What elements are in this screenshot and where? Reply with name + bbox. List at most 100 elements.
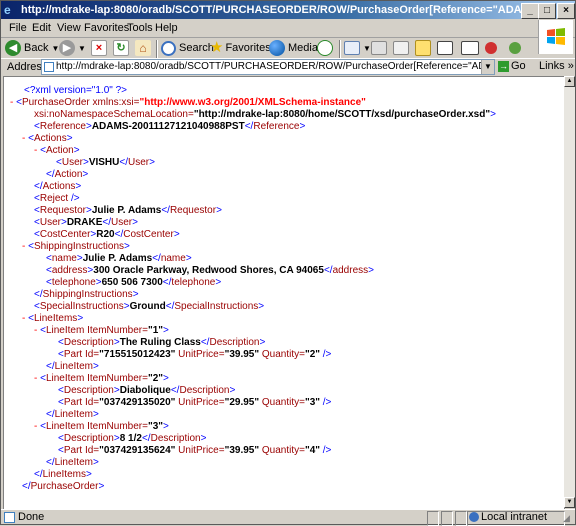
discuss-button[interactable] [415, 38, 434, 58]
discuss-icon [415, 40, 431, 57]
xml-node-reference: <Reference>ADAMS-20011127121040988PST</R… [34, 121, 306, 132]
links-button[interactable]: Links » [539, 60, 574, 72]
xml-node-shipping-open[interactable]: - <ShippingInstructions> [22, 241, 130, 253]
windows-flag-icon [547, 28, 565, 45]
xml-node-action-close: </Action> [46, 169, 89, 180]
messenger-icon [437, 41, 453, 56]
menu-help[interactable]: Help [155, 22, 178, 34]
history-icon [317, 40, 333, 57]
toolbar-separator [156, 40, 158, 58]
go-arrow-icon: → [498, 60, 509, 72]
search-button[interactable]: Search [161, 38, 214, 58]
ie-logo-icon: e [4, 3, 11, 17]
xml-node-purchaseorder-close: </PurchaseOrder> [22, 481, 105, 492]
minimize-button[interactable]: _ [521, 3, 539, 19]
address-value: http://mdrake-lap:8080/oradb/SCOTT/PURCH… [56, 61, 494, 72]
forward-button[interactable]: ▶ ▼ [59, 38, 86, 58]
go-button[interactable]: → Go [498, 60, 526, 72]
resize-grip-icon[interactable]: ◢ [563, 513, 570, 524]
refresh-button[interactable]: ↻ [113, 38, 132, 58]
xml-node-costcenter: <CostCenter>R20</CostCenter> [34, 229, 180, 240]
xml-node-shipping-close: </ShippingInstructions> [34, 289, 139, 300]
scroll-up-icon[interactable]: ▲ [564, 76, 575, 87]
research-icon [461, 41, 479, 56]
xml-node-lineitem-close: </LineItem> [46, 409, 99, 420]
xml-node-lineitem-open[interactable]: - <LineItem ItemNumber="1"> [34, 325, 169, 337]
chevron-down-icon: ▼ [363, 44, 371, 53]
refresh-icon: ↻ [113, 40, 129, 57]
search-icon [161, 40, 176, 56]
toolbar-separator [339, 40, 341, 58]
address-input[interactable]: http://mdrake-lap:8080/oradb/SCOTT/PURCH… [41, 59, 495, 75]
xml-node-lineitems-open[interactable]: - <LineItems> [22, 313, 83, 325]
status-bar: Done Local intranet ◢ [1, 509, 575, 526]
xml-node-special: <SpecialInstructions>Ground</SpecialInst… [34, 301, 265, 312]
media-button[interactable]: Media [269, 38, 318, 58]
xml-node-lineitem-open[interactable]: - <LineItem ItemNumber="3"> [34, 421, 169, 433]
xml-node-purchaseorder-open[interactable]: - <PurchaseOrder xmlns:xsi="http://www.w… [10, 97, 366, 109]
xml-node-action-user: <User>VISHU</User> [56, 157, 155, 168]
window-title: http://mdrake-lap:8080/oradb/SCOTT/PURCH… [21, 4, 521, 16]
puzzle-icon [509, 42, 521, 55]
toolbar: ◀ Back ▼ ▶ ▼ × ↻ ⌂ Search ★ Favorites Media … [1, 38, 541, 58]
favorites-button[interactable]: ★ Favorites [210, 38, 271, 58]
xml-node-description: <Description>8 1/2</Description> [58, 433, 207, 444]
media-globe-icon [269, 40, 285, 57]
print-icon [371, 41, 387, 56]
history-button[interactable] [317, 38, 336, 58]
status-panel [455, 511, 467, 526]
address-bar: Address http://mdrake-lap:8080/oradb/SCO… [1, 58, 575, 75]
xml-node-ship-telephone: <telephone>650 506 7300</telephone> [46, 277, 222, 288]
xml-node-reject: <Reject /> [34, 193, 80, 204]
home-button[interactable]: ⌂ [135, 38, 154, 58]
xml-node-ship-address: <address>300 Oracle Parkway, Redwood Sho… [46, 265, 374, 276]
xml-node-description: <Description>The Ruling Class</Descripti… [58, 337, 266, 348]
chevron-down-icon: ▼ [78, 44, 86, 53]
menu-file[interactable]: File [9, 22, 27, 34]
zone-label: Local intranet [481, 511, 548, 523]
xml-attr-schemalocation: xsi:noNamespaceSchemaLocation="http://md… [34, 109, 496, 120]
page-icon [44, 62, 54, 72]
xml-node-lineitem-open[interactable]: - <LineItem ItemNumber="2"> [34, 373, 169, 385]
status-panel [441, 511, 453, 526]
stop-icon: × [91, 40, 107, 57]
edit-button[interactable] [393, 38, 412, 58]
menu-favorites[interactable]: Favorites [84, 22, 129, 34]
xml-node-action-open[interactable]: - <Action> [34, 145, 80, 157]
title-bar: e http://mdrake-lap:8080/oradb/SCOTT/PUR… [1, 1, 575, 19]
tools-extra-button[interactable] [509, 38, 524, 58]
menu-bar: File Edit View Favorites Tools Help [1, 19, 575, 38]
xml-node-description: <Description>Diabolique</Description> [58, 385, 236, 396]
addon-button[interactable] [485, 38, 500, 58]
print-button[interactable] [371, 38, 390, 58]
close-button[interactable]: × [557, 3, 575, 19]
back-button[interactable]: ◀ Back ▼ [5, 38, 59, 58]
edit-icon [393, 41, 409, 56]
messenger-button[interactable] [437, 38, 456, 58]
address-dropdown-icon[interactable]: ▼ [481, 60, 494, 74]
xml-node-lineitems-close: </LineItems> [34, 469, 92, 480]
page-done-icon [4, 512, 15, 523]
research-button[interactable] [461, 38, 482, 58]
intranet-globe-icon [469, 512, 479, 522]
status-panel [427, 511, 439, 526]
menu-edit[interactable]: Edit [32, 22, 51, 34]
xml-node-part: <Part Id="037429135624" UnitPrice="39.95… [58, 445, 332, 456]
maximize-button[interactable]: □ [538, 3, 556, 19]
menu-view[interactable]: View [57, 22, 81, 34]
vertical-scrollbar[interactable]: ▲ ▼ [564, 76, 575, 508]
menu-tools[interactable]: Tools [127, 22, 153, 34]
xml-node-part: <Part Id="037429135020" UnitPrice="29.95… [58, 397, 332, 408]
back-arrow-icon: ◀ [5, 40, 21, 57]
xml-node-actions-open[interactable]: - <Actions> [22, 133, 73, 145]
xml-declaration: <?xml version="1.0" ?> [24, 85, 127, 96]
mail-icon [344, 41, 360, 56]
scroll-down-icon[interactable]: ▼ [564, 497, 575, 508]
stop-button[interactable]: × [91, 38, 110, 58]
home-icon: ⌂ [135, 40, 151, 57]
xml-document-view: <?xml version="1.0" ?> - <PurchaseOrder … [3, 76, 565, 510]
status-text: Done [18, 511, 45, 523]
mail-button[interactable]: ▼ [344, 38, 371, 58]
windows-logo [538, 20, 573, 54]
xml-node-lineitem-close: </LineItem> [46, 361, 99, 372]
